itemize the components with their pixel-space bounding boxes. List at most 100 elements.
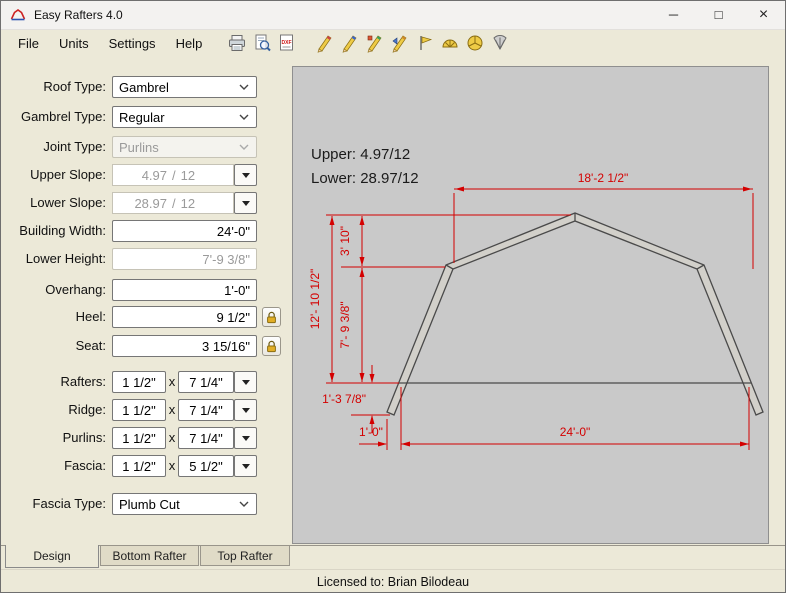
protractor-tool-button[interactable]: [439, 32, 461, 54]
ridge-depth-input[interactable]: [178, 399, 234, 421]
pencil-red-icon: [317, 35, 332, 53]
dimension-x-separator: x: [168, 430, 176, 445]
upper-slope-annotation: Upper: 4.97/12: [311, 146, 410, 163]
fascia-size-dropdown-button[interactable]: [234, 455, 257, 477]
menu-settings[interactable]: Settings: [99, 33, 166, 54]
purlins-width-input[interactable]: [112, 427, 166, 449]
svg-text:DXF: DXF: [282, 40, 292, 46]
draw-tool-3-button[interactable]: [364, 32, 386, 54]
tab-top-rafter[interactable]: Top Rafter: [200, 546, 290, 566]
heel-label: Heel:: [75, 309, 106, 324]
gambrel-type-label: Gambrel Type:: [20, 109, 106, 124]
dim-top-width: 18'-2 1/2": [578, 171, 629, 185]
license-text: Licensed to: Brian Bilodeau: [316, 574, 470, 589]
field-heel: Heel:: [0, 306, 292, 330]
fascia-depth-input[interactable]: [178, 455, 234, 477]
menu-file[interactable]: File: [8, 33, 49, 54]
field-gambrel-type: Gambrel Type: Regular: [0, 106, 292, 130]
chevron-down-icon: [239, 114, 249, 120]
field-ridge: Ridge: x: [0, 399, 292, 423]
lower-slope-label: Lower Slope:: [30, 195, 106, 210]
fascia-label: Fascia:: [64, 458, 106, 473]
gambrel-type-value: Regular: [119, 109, 165, 125]
roof-type-select[interactable]: Gambrel: [112, 76, 257, 98]
pencil-orange-icon: [392, 35, 407, 53]
overhang-input[interactable]: [112, 279, 257, 301]
pie-icon: [467, 35, 483, 51]
print-preview-icon: [255, 34, 272, 52]
print-button[interactable]: [226, 32, 248, 54]
menu-units[interactable]: Units: [49, 33, 99, 54]
slope-separator: /: [172, 195, 176, 211]
seat-label: Seat:: [75, 338, 106, 353]
fascia-width-input[interactable]: [112, 455, 166, 477]
lower-slope-run: 12: [180, 195, 196, 211]
close-button[interactable]: ×: [741, 0, 786, 29]
ridge-size-dropdown-button[interactable]: [234, 399, 257, 421]
ridge-width-input[interactable]: [112, 399, 166, 421]
menu-bar: File Units Settings Help DXF: [0, 30, 786, 56]
dropdown-arrow-icon: [241, 463, 250, 469]
upper-slope-dropdown-button[interactable]: [234, 164, 257, 186]
field-overhang: Overhang:: [0, 279, 292, 303]
field-purlins: Purlins: x: [0, 427, 292, 451]
roof-type-label: Roof Type:: [43, 79, 106, 94]
chevron-down-icon: [239, 84, 249, 90]
export-dxf-button[interactable]: DXF: [276, 32, 298, 54]
flag-tool-button[interactable]: [414, 32, 436, 54]
dim-tail-drop: 1'-3 7/8": [322, 392, 366, 406]
tab-design[interactable]: Design: [5, 545, 99, 568]
lower-slope-rise: 28.97: [134, 195, 167, 211]
building-width-input[interactable]: [112, 220, 257, 242]
minimize-button[interactable]: ─: [651, 0, 696, 29]
fan-tool-button[interactable]: [489, 32, 511, 54]
dropdown-arrow-icon: [241, 379, 250, 385]
dim-building-width: 24'-0": [560, 425, 591, 439]
print-preview-button[interactable]: [251, 32, 273, 54]
dropdown-arrow-icon: [241, 172, 250, 178]
lower-slope-input[interactable]: 28.97 / 12: [112, 192, 234, 214]
purlins-depth-input[interactable]: [178, 427, 234, 449]
rafters-width-input[interactable]: [112, 371, 166, 393]
rafters-label: Rafters:: [60, 374, 106, 389]
pie-tool-button[interactable]: [464, 32, 486, 54]
draw-tool-1-button[interactable]: [314, 32, 336, 54]
seat-lock-button[interactable]: [262, 336, 281, 356]
dimension-x-separator: x: [168, 374, 176, 389]
title-bar: Easy Rafters 4.0 ─ □ ×: [0, 0, 786, 30]
purlins-size-dropdown-button[interactable]: [234, 427, 257, 449]
purlins-label: Purlins:: [62, 430, 106, 445]
field-lower-height: Lower Height:: [0, 248, 292, 272]
fascia-type-label: Fascia Type:: [32, 496, 106, 511]
maximize-button[interactable]: □: [696, 0, 741, 29]
gambrel-type-select[interactable]: Regular: [112, 106, 257, 128]
building-width-label: Building Width:: [19, 223, 106, 238]
joint-type-label: Joint Type:: [43, 139, 106, 154]
heel-input[interactable]: [112, 306, 257, 328]
field-fascia-type: Fascia Type: Plumb Cut: [0, 493, 292, 517]
pencil-blue-icon: [342, 35, 357, 53]
upper-slope-input[interactable]: 4.97 / 12: [112, 164, 234, 186]
roof-outline: [386, 212, 764, 416]
rafters-depth-input[interactable]: [178, 371, 234, 393]
fascia-type-select[interactable]: Plumb Cut: [112, 493, 257, 515]
upper-slope-rise: 4.97: [141, 167, 167, 183]
draw-tool-2-button[interactable]: [339, 32, 361, 54]
upper-slope-run: 12: [180, 167, 196, 183]
dropdown-arrow-icon: [241, 200, 250, 206]
window-controls: ─ □ ×: [651, 0, 786, 29]
pencil-green-icon: [367, 35, 382, 53]
seat-input[interactable]: [112, 335, 257, 357]
heel-lock-button[interactable]: [262, 307, 281, 327]
dropdown-arrow-icon: [241, 435, 250, 441]
rafters-size-dropdown-button[interactable]: [234, 371, 257, 393]
field-joint-type: Joint Type: Purlins: [0, 136, 292, 160]
lower-slope-dropdown-button[interactable]: [234, 192, 257, 214]
protractor-icon: [442, 39, 458, 48]
menu-help[interactable]: Help: [166, 33, 213, 54]
tab-bottom-rafter[interactable]: Bottom Rafter: [100, 546, 199, 566]
draw-tool-4-button[interactable]: [389, 32, 411, 54]
dxf-file-icon: DXF: [280, 34, 294, 51]
dim-total-rise: 12'- 10 1/2": [308, 269, 322, 330]
field-rafters: Rafters: x: [0, 371, 292, 395]
